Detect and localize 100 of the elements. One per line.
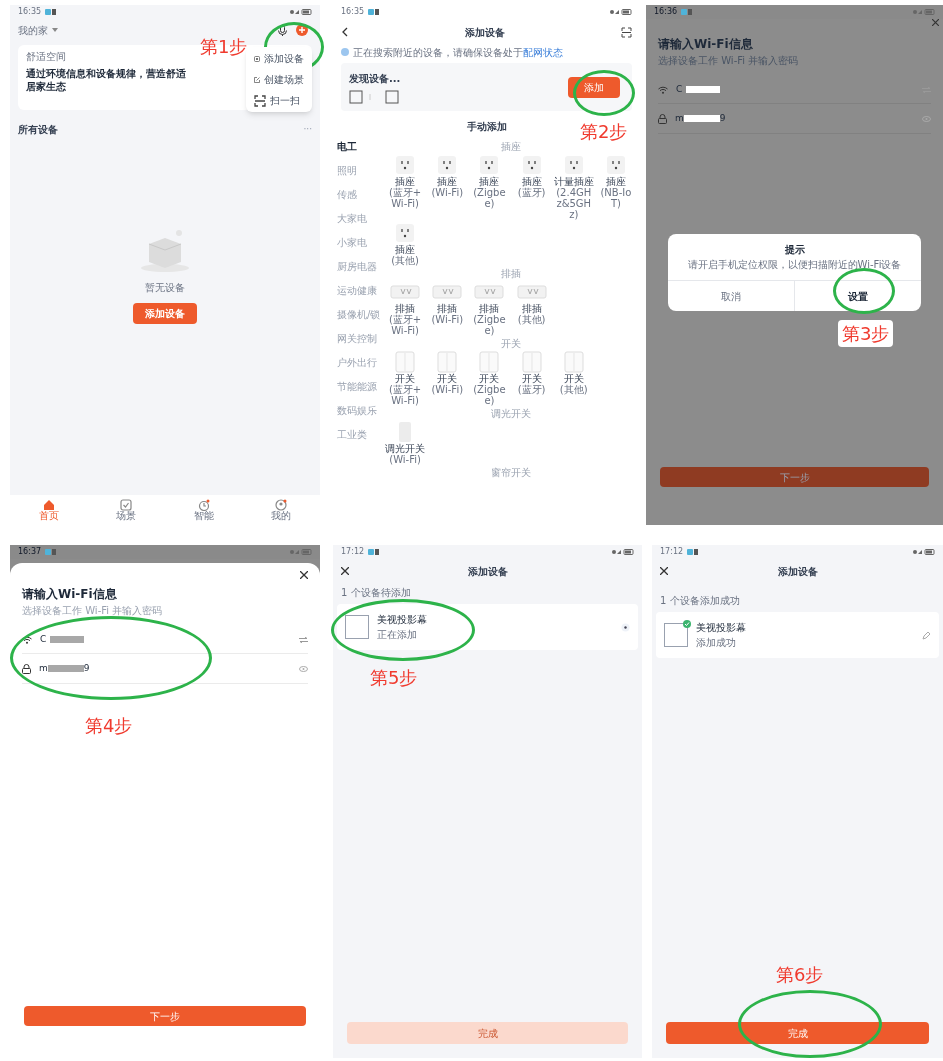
- product-tile[interactable]: 排插 (其他): [511, 281, 552, 336]
- category-item[interactable]: 照明: [337, 166, 385, 176]
- close-icon[interactable]: [300, 571, 308, 579]
- scan-icon[interactable]: [621, 26, 632, 38]
- next-button[interactable]: 下一步: [660, 467, 929, 487]
- info-icon: [341, 48, 349, 56]
- notification-icon: [45, 549, 58, 555]
- power-strip-icon: [474, 285, 505, 299]
- add-device-button[interactable]: 添加设备: [133, 303, 197, 324]
- category-item[interactable]: 摄像机/锁: [337, 310, 385, 320]
- product-tile[interactable]: 插座 (Wi-Fi): [427, 154, 468, 220]
- highlight-ring: [833, 268, 895, 314]
- status-time: 16:35: [341, 6, 365, 18]
- product-tile[interactable]: 插座 (蓝牙+Wi-Fi): [385, 154, 426, 220]
- close-icon[interactable]: [341, 567, 349, 575]
- menu-item[interactable]: 扫一扫: [254, 93, 304, 108]
- product-tile[interactable]: 插座 (Zigbee): [469, 154, 510, 220]
- signal-battery-icon: [913, 9, 935, 15]
- password-start: m: [39, 661, 48, 675]
- microphone-icon[interactable]: [277, 24, 288, 36]
- category-item[interactable]: 运动健康: [337, 286, 385, 296]
- product-name: 开关: [562, 373, 585, 384]
- tab-item[interactable]: 我的: [271, 499, 292, 521]
- next-button[interactable]: 下一步: [24, 1006, 306, 1026]
- product-tile[interactable]: 插座 (其他): [385, 222, 426, 266]
- product-tile[interactable]: 排插 (蓝牙+Wi-Fi): [385, 281, 426, 336]
- pencil-icon[interactable]: [922, 630, 931, 640]
- form-title: 请输入Wi-Fi信息: [657, 36, 754, 53]
- password-field[interactable]: m 9: [22, 654, 308, 684]
- product-tile[interactable]: 开关 (蓝牙): [511, 351, 552, 406]
- product-tile[interactable]: 计量插座 (2.4GHz&5GHz): [553, 154, 594, 220]
- socket-icon: [395, 223, 416, 243]
- product-protocol: (蓝牙): [516, 384, 547, 395]
- status-time: 16:35: [18, 6, 42, 18]
- product-name: 排插: [395, 303, 417, 314]
- category-item[interactable]: 厨房电器: [337, 262, 385, 272]
- product-tile[interactable]: 调光开关 (Wi-Fi): [385, 421, 426, 465]
- menu-item[interactable]: 添加设备: [254, 51, 304, 66]
- wifi-name-field[interactable]: C: [658, 76, 931, 104]
- step-label: 第4步: [85, 714, 133, 738]
- network-state-link[interactable]: 配网状态: [523, 46, 563, 58]
- socket-icon: [437, 155, 458, 175]
- add-button[interactable]: 添加: [568, 76, 620, 98]
- product-name: 插座: [395, 176, 417, 187]
- notification-icon: [368, 9, 381, 15]
- wall-switch-icon: [395, 351, 416, 373]
- power-strip-icon: [516, 285, 547, 299]
- switch-arrows-icon[interactable]: [299, 636, 308, 643]
- section-heading: 窗帘开关: [490, 468, 531, 478]
- eye-icon[interactable]: [299, 665, 308, 672]
- product-tile[interactable]: 排插 (Zigbee): [469, 281, 510, 336]
- category-item[interactable]: 小家电: [337, 238, 385, 248]
- category-item[interactable]: 大家电: [337, 214, 385, 224]
- product-tile[interactable]: 插座 (NB-IoT): [595, 154, 636, 220]
- product-protocol: (蓝牙+Wi-Fi): [387, 314, 423, 336]
- product-tile[interactable]: 开关 (Zigbee): [469, 351, 510, 406]
- step-label: 第6步: [776, 963, 824, 987]
- card-text: 通过环境信息和设备规律，营造舒适居家生态: [26, 68, 186, 93]
- finish-button[interactable]: 完成: [666, 1022, 929, 1044]
- signal-battery-icon: [290, 9, 312, 15]
- category-item[interactable]: 户外出行: [337, 358, 385, 368]
- category-item[interactable]: 网关控制: [337, 334, 385, 344]
- dialog-button[interactable]: 取消: [668, 281, 794, 311]
- close-icon[interactable]: [660, 567, 668, 575]
- category-item[interactable]: 节能能源: [337, 382, 385, 392]
- tab-item[interactable]: 场景: [116, 499, 137, 521]
- screen-title: 添加设备: [467, 564, 508, 579]
- product-tile[interactable]: 插座 (蓝牙): [511, 154, 552, 220]
- lock-icon: [658, 113, 667, 124]
- menu-item[interactable]: 创建场景: [254, 72, 304, 87]
- add-circle-icon[interactable]: [296, 24, 308, 36]
- category-item[interactable]: 工业类: [337, 430, 385, 440]
- password-end: 9: [83, 661, 90, 675]
- home-selector[interactable]: 我的家: [18, 22, 58, 38]
- product-name: 调光开关: [385, 443, 426, 454]
- tab-item[interactable]: 智能: [193, 499, 214, 521]
- lock-icon: [22, 663, 31, 674]
- wifi-name-field[interactable]: C: [22, 626, 308, 654]
- category-item[interactable]: 数码娱乐: [337, 406, 385, 416]
- password-field[interactable]: m 9: [658, 104, 931, 134]
- product-tile[interactable]: 开关 (蓝牙+Wi-Fi): [385, 351, 426, 406]
- redaction-block: [47, 665, 84, 672]
- product-tile[interactable]: 开关 (其他): [553, 351, 594, 406]
- form-subtitle: 选择设备工作 Wi-Fi 并输入密码: [21, 604, 164, 618]
- caret-icon: [52, 28, 58, 32]
- category-item[interactable]: 传感: [337, 190, 385, 200]
- dialog-button[interactable]: 设置: [794, 281, 921, 311]
- category-item[interactable]: 电工: [337, 142, 385, 152]
- product-tile[interactable]: 开关 (Wi-Fi): [427, 351, 468, 406]
- device-status: 正在添加: [377, 628, 418, 642]
- password-start: m: [675, 111, 684, 125]
- dialog-title: 提示: [784, 243, 805, 257]
- section-heading: 排插: [500, 269, 521, 279]
- section-heading: 插座: [500, 142, 521, 152]
- section-title: 所有设备: [18, 123, 58, 137]
- product-tile[interactable]: 排插 (Wi-Fi): [427, 281, 468, 336]
- signal-battery-icon: [290, 549, 312, 555]
- wall-switch-icon: [479, 351, 500, 373]
- tab-item[interactable]: 首页: [38, 499, 59, 521]
- back-icon[interactable]: [341, 27, 348, 37]
